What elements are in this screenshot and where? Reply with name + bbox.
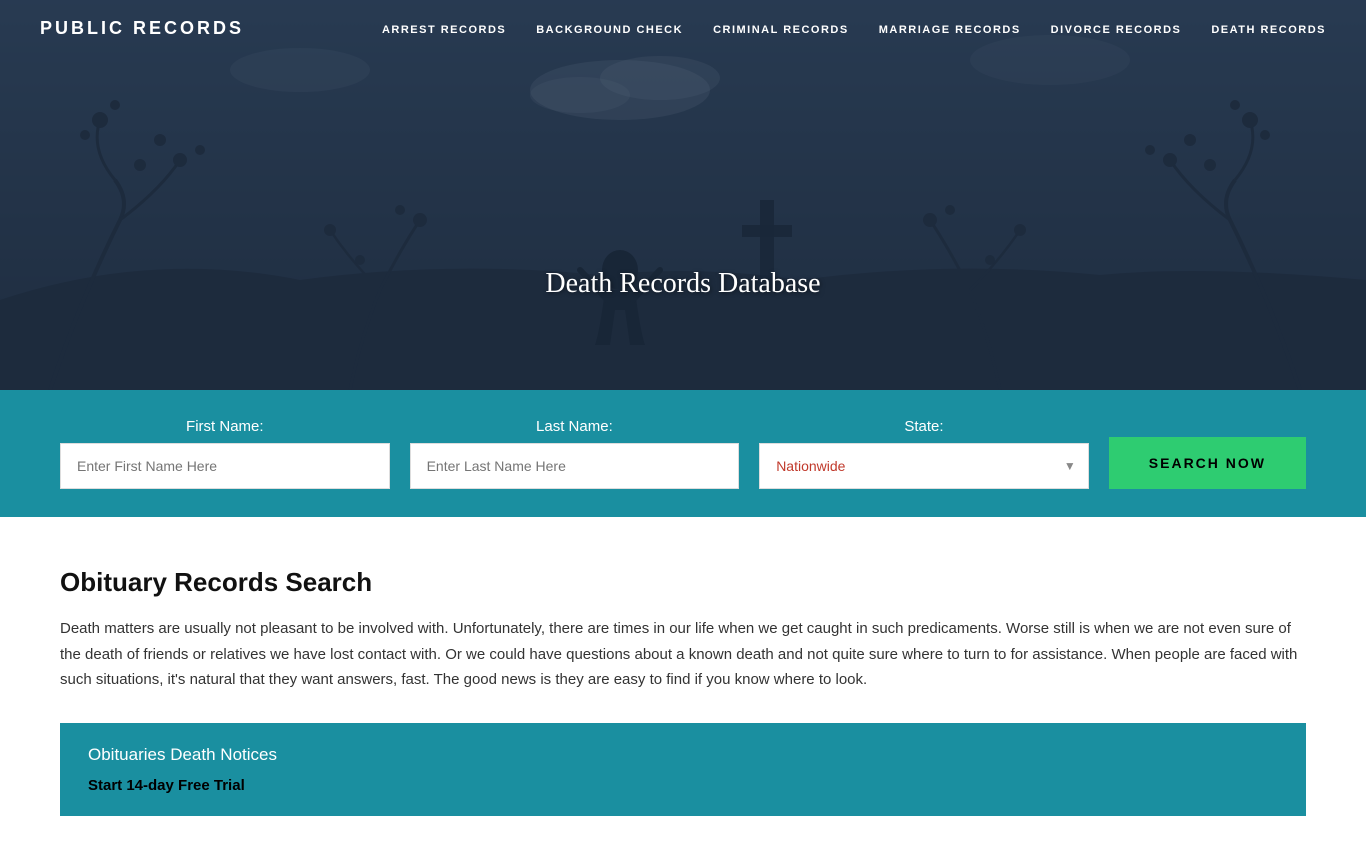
state-select-wrapper: NationwideAlabamaAlaskaArizonaArkansasCa… [759,443,1089,489]
trial-cta[interactable]: Start 14-day Free Trial [88,777,1278,794]
state-select[interactable]: NationwideAlabamaAlaskaArizonaArkansasCa… [760,444,1088,488]
search-now-button[interactable]: SEARCH NOW [1109,437,1306,489]
hero-section: Death Records Database [0,0,1366,390]
nav-death-records[interactable]: DEATH RECORDS [1211,24,1326,36]
hero-title: Death Records Database [545,268,820,300]
navigation: PUBLIC RECORDS ARREST RECORDS BACKGROUND… [0,0,1366,57]
nav-links: ARREST RECORDS BACKGROUND CHECK CRIMINAL… [382,20,1326,38]
search-bar: First Name: Last Name: State: Nationwide… [0,390,1366,517]
intro-paragraph: Death matters are usually not pleasant t… [60,616,1306,693]
info-box-title: Obituaries Death Notices [88,745,1278,765]
first-name-label: First Name: [60,418,390,435]
nav-marriage-records[interactable]: MARRIAGE RECORDS [879,24,1021,36]
info-box: Obituaries Death Notices Start 14-day Fr… [60,723,1306,816]
hero-overlay [0,0,1366,390]
state-label: State: [759,418,1089,435]
nav-background-check[interactable]: BACKGROUND CHECK [536,24,683,36]
first-name-field: First Name: [60,418,390,489]
last-name-input[interactable] [410,443,740,489]
last-name-field: Last Name: [410,418,740,489]
section-title: Obituary Records Search [60,567,1306,598]
nav-divorce-records[interactable]: DIVORCE RECORDS [1051,24,1182,36]
main-content: Obituary Records Search Death matters ar… [0,517,1366,856]
last-name-label: Last Name: [410,418,740,435]
nav-arrest-records[interactable]: ARREST RECORDS [382,24,506,36]
site-logo[interactable]: PUBLIC RECORDS [40,18,244,39]
nav-criminal-records[interactable]: CRIMINAL RECORDS [713,24,849,36]
first-name-input[interactable] [60,443,390,489]
state-field: State: NationwideAlabamaAlaskaArizonaArk… [759,418,1089,489]
